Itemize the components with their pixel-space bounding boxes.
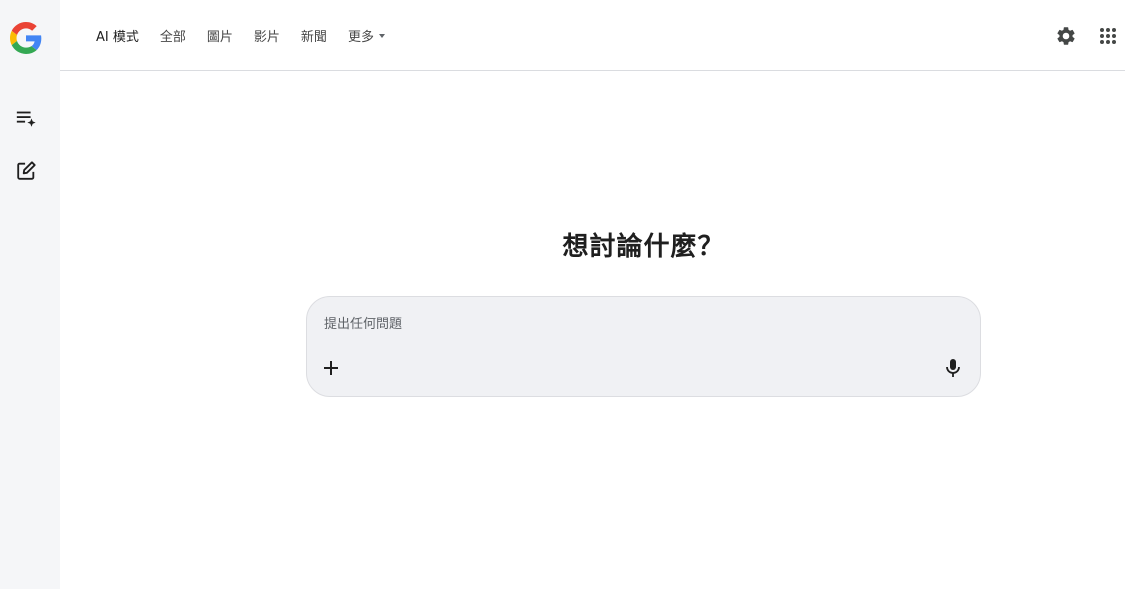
tab-label: 圖片: [206, 30, 233, 45]
tab-more[interactable]: 更多: [348, 26, 385, 45]
apps-grid-icon: [1100, 28, 1116, 44]
google-g-icon: [10, 22, 42, 54]
apps-button[interactable]: [1096, 24, 1120, 48]
settings-button[interactable]: [1054, 24, 1078, 48]
new-chat-button[interactable]: [13, 158, 39, 184]
tab-images[interactable]: 圖片: [207, 26, 233, 45]
top-navigation-bar: AI 模式 全部 圖片 影片 新聞 更多: [60, 0, 1125, 71]
history-button[interactable]: [13, 105, 39, 131]
tab-news[interactable]: 新聞: [301, 26, 327, 45]
history-sparkle-icon: [16, 111, 36, 127]
gear-icon: [1057, 27, 1075, 45]
tab-label: 更多: [347, 30, 374, 45]
search-mode-tabs: AI 模式 全部 圖片 影片 新聞 更多: [96, 0, 406, 71]
plus-icon: [324, 361, 338, 375]
tab-label: 新聞: [300, 30, 327, 45]
app-window: AI 模式 全部 圖片 影片 新聞 更多 想討論什麼？ 提出任何問題: [0, 0, 1125, 589]
tab-ai-mode[interactable]: AI 模式: [96, 26, 139, 45]
voice-input-button[interactable]: [943, 358, 963, 378]
tab-all[interactable]: 全部: [160, 26, 186, 45]
add-attachment-button[interactable]: [321, 358, 341, 378]
google-logo[interactable]: [10, 22, 42, 54]
tab-label: 全部: [159, 30, 186, 45]
prompt-input[interactable]: [324, 313, 924, 335]
microphone-icon: [946, 359, 960, 377]
ai-prompt-box[interactable]: [306, 296, 981, 397]
sidebar: [0, 0, 60, 589]
tab-label: AI 模式: [96, 30, 139, 45]
tab-label: 影片: [253, 30, 280, 45]
new-chat-icon: [17, 161, 36, 180]
tab-videos[interactable]: 影片: [254, 26, 280, 45]
page-heading: 想討論什麼？: [562, 232, 725, 262]
caret-down-icon: [378, 33, 385, 38]
